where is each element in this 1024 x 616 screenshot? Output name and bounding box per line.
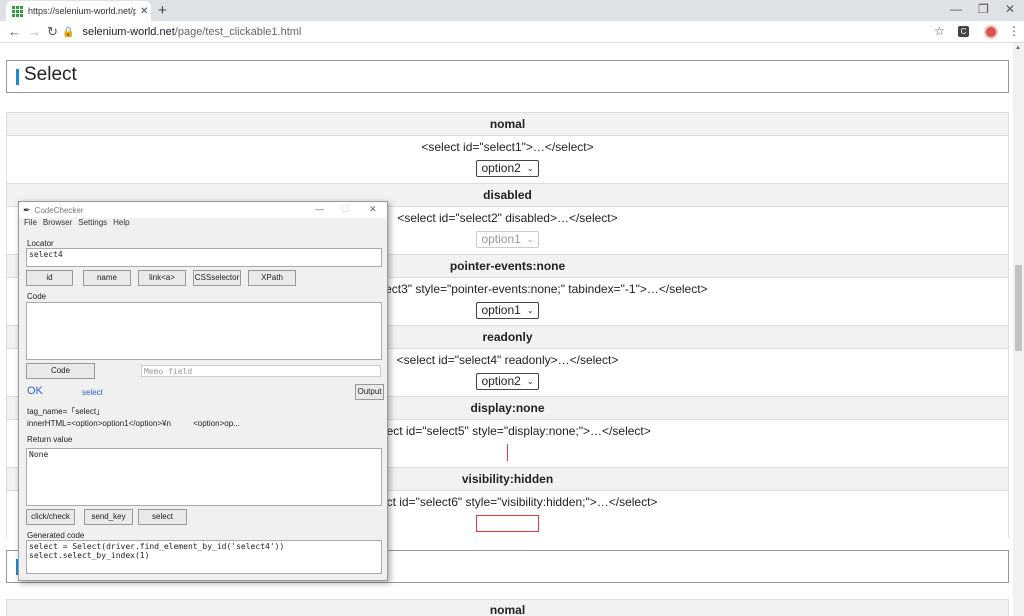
code-label: Code [27,292,47,301]
locator-input[interactable]: select4 [26,248,382,267]
tag-name-text: tag_name=「select」 [27,407,105,416]
locator-xpath-button[interactable]: XPath [248,270,296,286]
locator-id-button[interactable]: id [26,270,73,286]
locator-name-button[interactable]: name [83,270,131,286]
code-button[interactable]: Code [26,363,95,379]
status-element: select [82,388,103,397]
url-host: selenium-world.net [82,26,175,38]
forward-icon[interactable]: → [28,24,41,39]
invisible-select-outline [476,515,539,532]
table-header-nomal-2: nomal [6,599,1009,616]
generated-code-field[interactable]: select = Select(driver.find_element_by_i… [26,540,382,574]
chevron-down-icon: ⌄ [526,235,534,244]
cc-menu-file[interactable]: File [24,218,37,230]
table-row: <select id="select1">…</select> option2 ⌄ [6,135,1009,183]
tab-close-icon[interactable]: ✕ [140,6,148,17]
select-value: option1 [481,303,521,317]
cc-menu-settings[interactable]: Settings [78,218,107,230]
site-favicon-icon [12,5,23,17]
select-value: option2 [481,161,521,175]
browser-toolbar: ← → ↻ 🔒 selenium-world.net/page/test_cli… [0,21,1024,43]
output-button[interactable]: Output [355,384,384,400]
chevron-down-icon: ⌄ [526,164,534,173]
tab-bar: https://selenium-world.net/page ✕ + — ❐ … [0,0,1024,21]
scroll-thumb[interactable] [1015,265,1022,351]
cc-close-icon[interactable]: ✕ [369,204,377,215]
locator-label: Locator [27,239,54,248]
chevron-down-icon: ⌄ [526,306,534,315]
section-accent-bar [16,69,19,85]
select-code-text: <select id="select1">…</select> [421,140,594,154]
memo-field[interactable]: Memo field [141,365,381,377]
restore-icon[interactable]: ❐ [978,2,989,16]
cc-menu-help[interactable]: Help [113,218,129,230]
extension-icon[interactable]: C [958,26,969,37]
hidden-select-outline [507,444,508,461]
locator-cssselector-button[interactable]: CSSselector [193,270,241,286]
table-header: nomal [6,112,1009,135]
tab-title: https://selenium-world.net/page [28,6,136,16]
status-ok: OK [27,385,43,397]
inner-html-text: innerHTML=<option>option1</option>¥n <op… [27,419,240,428]
scroll-up-icon[interactable]: ▲ [1015,45,1021,51]
window-close-icon[interactable]: ✕ [1005,2,1015,16]
select-button[interactable]: select [138,509,187,525]
address-bar[interactable]: 🔒 selenium-world.net/page/test_clickable… [62,23,922,41]
send-key-button[interactable]: send_key [84,509,133,525]
chevron-down-icon: ⌄ [526,377,534,386]
menu-kebab-icon[interactable]: ⋮ [1008,24,1020,38]
feather-icon: ✒ [23,204,31,215]
code-textarea[interactable] [26,302,382,360]
generated-code-label: Generated code [27,531,85,540]
cc-maximize-icon[interactable]: ☐ [341,204,349,215]
select-dropdown[interactable]: option2 ⌄ [476,373,539,390]
new-tab-icon[interactable]: + [158,2,167,19]
return-value-field[interactable]: None [26,448,382,506]
codechecker-title: CodeChecker [34,205,84,215]
browser-tab[interactable]: https://selenium-world.net/page ✕ [6,1,151,21]
back-icon[interactable]: ← [8,24,21,39]
codechecker-menubar: File Browser Settings Help [19,218,387,230]
minimize-icon[interactable]: — [950,2,962,16]
select-dropdown[interactable]: option2 ⌄ [476,160,539,177]
lock-icon[interactable]: 🔒 [62,27,74,38]
return-value-label: Return value [27,435,73,444]
page-scrollbar[interactable]: ▲ [1013,43,1024,616]
bookmark-star-icon[interactable]: ☆ [934,24,945,38]
cc-menu-browser[interactable]: Browser [43,218,72,230]
select-dropdown[interactable]: option1 ⌄ [476,302,539,319]
cc-minimize-icon[interactable]: — [315,204,324,214]
section-header: Select [6,60,1009,93]
codechecker-titlebar[interactable]: ✒ CodeChecker — ☐ ✕ [19,202,387,218]
select-dropdown: option1 ⌄ [476,231,539,248]
select-value: option1 [481,232,521,246]
url-path: /page/test_clickable1.html [174,26,302,38]
locator-link-button[interactable]: link<a> [138,270,186,286]
click-check-button[interactable]: click/check [26,509,75,525]
profile-avatar[interactable] [984,25,998,39]
codechecker-window: ✒ CodeChecker — ☐ ✕ File Browser Settings H… [18,201,388,581]
reload-icon[interactable]: ↻ [47,24,58,40]
page-title: Select [24,64,77,85]
select-value: option2 [481,374,521,388]
